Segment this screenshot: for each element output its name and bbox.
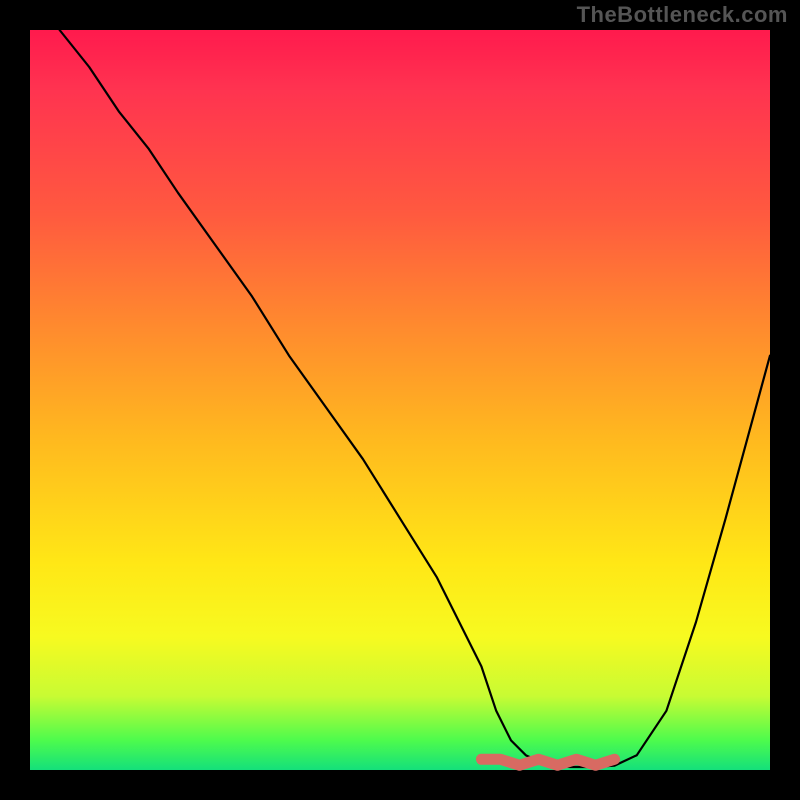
watermark-text: TheBottleneck.com xyxy=(577,2,788,28)
curve-svg xyxy=(30,30,770,770)
trough-highlight xyxy=(481,759,614,765)
chart-frame: TheBottleneck.com xyxy=(0,0,800,800)
plot-area xyxy=(30,30,770,770)
bottleneck-curve xyxy=(60,30,770,767)
